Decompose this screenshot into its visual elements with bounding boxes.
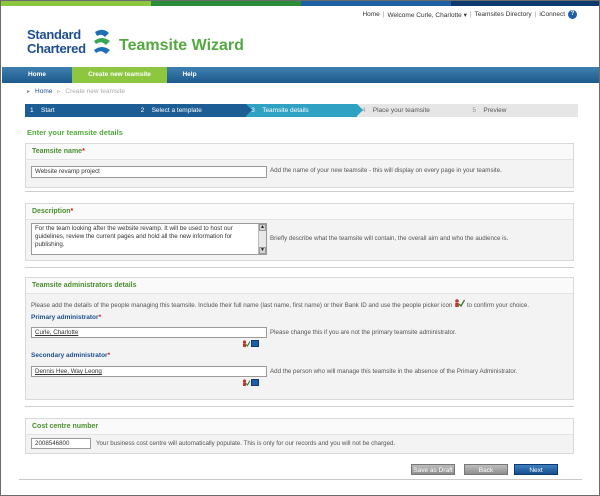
- description-panel: Description* For the team looking after …: [25, 203, 574, 261]
- administrators-intro: Please add the details of the people man…: [31, 299, 571, 310]
- step-start: 1 Start: [25, 104, 142, 117]
- teamsite-name-panel: Teamsite name* Website revamp project Ad…: [25, 143, 574, 188]
- secondary-admin-help: Add the person who will manage this team…: [270, 368, 518, 375]
- teamsite-name-heading: Teamsite name*: [26, 144, 573, 160]
- utility-bar: Home | Welcome Curle, Charlotte ▾ | Team…: [362, 10, 577, 19]
- people-picker-icon: [455, 299, 466, 308]
- teamsite-name-help: Add the name of your new teamsite - this…: [270, 167, 502, 174]
- primary-admin-picker: [242, 340, 260, 347]
- primary-admin-input[interactable]: Curle, Charlotte: [31, 327, 267, 338]
- step-preview: 5 Preview: [467, 104, 578, 117]
- breadcrumb-home[interactable]: Home: [35, 88, 52, 95]
- standard-chartered-logo[interactable]: Standard Chartered: [27, 28, 117, 60]
- brand-stripe: [1, 1, 599, 6]
- administrators-heading: Teamsite administrators details: [26, 278, 573, 294]
- back-button[interactable]: Back: [464, 464, 508, 475]
- primary-admin-label: Primary administrator*: [31, 314, 102, 321]
- divider: [25, 406, 574, 407]
- browse-people-icon[interactable]: [251, 340, 259, 347]
- breadcrumb-arrow-icon: ▹: [57, 89, 61, 95]
- breadcrumb-arrow-icon: ▸: [27, 89, 31, 95]
- nav-home[interactable]: Home: [2, 67, 72, 83]
- teamsites-directory-link[interactable]: Teamsites Directory: [475, 11, 532, 18]
- divider: [25, 267, 574, 268]
- next-button[interactable]: Next: [514, 464, 558, 475]
- secondary-admin-label: Secondary administrator*: [31, 352, 111, 359]
- breadcrumb-current: Create new teamsite: [65, 88, 125, 95]
- breadcrumb: ▸ Home ▹ Create new teamsite: [27, 88, 125, 95]
- logo-swoosh-icon: [94, 29, 110, 54]
- step-select-template: 2 Select a template: [135, 104, 252, 117]
- wizard-steps: 1 Start 2 Select a template 3 Teamsite deta…: [25, 104, 578, 117]
- check-names-icon[interactable]: [242, 379, 250, 386]
- description-scrollbar[interactable]: ▲ ▼: [258, 224, 266, 254]
- nav-help[interactable]: Help: [167, 67, 212, 83]
- divider: [25, 191, 574, 192]
- primary-admin-help: Please change this if you are not the pr…: [270, 329, 457, 336]
- cost-centre-heading: Cost centre number: [26, 419, 573, 435]
- page-frame: Home | Welcome Curle, Charlotte ▾ | Team…: [0, 0, 600, 496]
- topbar-home-link[interactable]: Home: [362, 11, 379, 18]
- browse-people-icon[interactable]: [251, 379, 259, 386]
- teamsite-name-input[interactable]: Website revamp project: [31, 166, 267, 178]
- welcome-user-menu[interactable]: Welcome Curle, Charlotte ▾: [387, 11, 466, 19]
- footer-divider: [19, 479, 582, 480]
- cost-centre-input[interactable]: 2008546800: [31, 438, 91, 449]
- secondary-admin-input[interactable]: Dennis Hee, Way Leong: [31, 366, 267, 377]
- description-help: Briefly describe what the teamsite will …: [270, 235, 509, 242]
- main-nav: Home Create new teamsite Help: [2, 67, 599, 83]
- cost-centre-panel: Cost centre number 2008546800 Your busin…: [25, 418, 574, 454]
- step-teamsite-details: 3 Teamsite details: [246, 104, 363, 117]
- caret-down-icon: ▾: [463, 11, 467, 19]
- description-heading: Description*: [26, 204, 573, 220]
- save-as-draft-button[interactable]: Save as Draft: [411, 464, 455, 475]
- scroll-down-icon[interactable]: ▼: [259, 247, 266, 254]
- cost-centre-help: Your business cost centre will automatic…: [96, 440, 396, 447]
- description-textarea[interactable]: For the team looking after the website r…: [31, 223, 267, 255]
- check-names-icon[interactable]: [242, 340, 250, 347]
- section-title: Enter your teamsite details: [27, 128, 123, 137]
- scroll-up-icon[interactable]: ▲: [259, 224, 266, 231]
- nav-create-new-teamsite[interactable]: Create new teamsite: [72, 67, 167, 83]
- iconnect-link[interactable]: iConnect: [539, 11, 565, 18]
- administrators-panel: Teamsite administrators details Please a…: [25, 277, 574, 400]
- help-icon[interactable]: ?: [568, 10, 577, 19]
- step-place-teamsite: 4 Place your teamsite: [356, 104, 473, 117]
- secondary-admin-picker: [242, 379, 260, 386]
- app-title: Teamsite Wizard: [119, 37, 244, 54]
